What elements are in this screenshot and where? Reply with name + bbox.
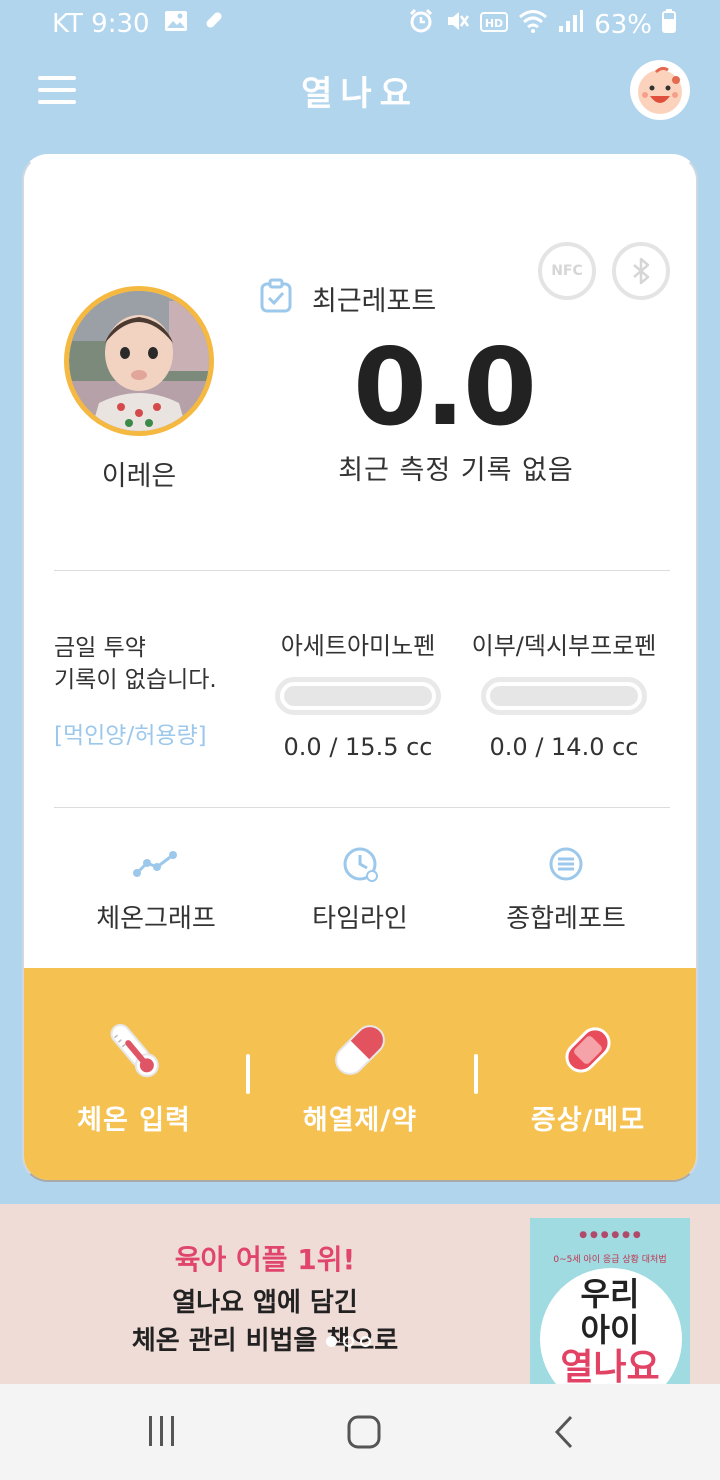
medication-none-line1: 금일 투약 bbox=[54, 635, 146, 661]
battery-icon bbox=[662, 9, 676, 40]
main-card: NFC 이레은 최근레포트 0.0 최근 측정 기록 없음 금일 투약 기록이 … bbox=[22, 154, 698, 1182]
clock-icon bbox=[260, 844, 460, 884]
page-dot bbox=[360, 1336, 371, 1347]
system-navigation-bar bbox=[0, 1384, 720, 1480]
book-title: 우리 bbox=[580, 1275, 640, 1313]
book-top-dots: ● ● ● ● ● ● bbox=[579, 1230, 641, 1240]
nav-label: 체온그래프 bbox=[96, 904, 216, 934]
back-icon[interactable] bbox=[552, 1414, 576, 1454]
page-dot bbox=[326, 1336, 337, 1347]
medication-none-text: 금일 투약 기록이 없습니다. bbox=[54, 632, 217, 696]
wifi-icon bbox=[518, 9, 548, 40]
dose-limit-link[interactable]: [먹인양/허용량] bbox=[54, 716, 207, 750]
nav-summary-report[interactable]: 종합레포트 bbox=[466, 844, 666, 935]
app-bar: 열나요 bbox=[0, 56, 720, 126]
recent-report-label: 최근레포트 bbox=[312, 285, 437, 317]
action-panel: 체온 입력 해열제/약 증상/메모 bbox=[24, 968, 696, 1180]
home-icon[interactable] bbox=[346, 1414, 382, 1454]
nav-timeline[interactable]: 타임라인 bbox=[260, 844, 460, 935]
promo-banner[interactable]: 육아 어플 1위! 열나요 앱에 담긴 체온 관리 비법을 책으로 ● ● ● … bbox=[0, 1204, 720, 1384]
temperature-value: 0.0 bbox=[353, 326, 537, 449]
action-label: 체온 입력 bbox=[77, 1105, 191, 1136]
drug-ibuprofen[interactable]: 이부/덱시부프로펜 0.0 / 14.0 cc bbox=[464, 626, 664, 761]
divider bbox=[54, 570, 670, 571]
symptom-memo-button[interactable]: 증상/메모 bbox=[478, 1016, 696, 1137]
action-label: 증상/메모 bbox=[530, 1105, 646, 1136]
status-right: HD 63% bbox=[408, 8, 676, 41]
book-title: 아이 bbox=[580, 1311, 640, 1349]
bandage-icon bbox=[478, 1016, 696, 1084]
alarm-icon bbox=[408, 8, 434, 41]
book-subtitle: 0~5세 아이 응급 상황 대처법 bbox=[553, 1255, 667, 1265]
capsule-icon bbox=[250, 1016, 470, 1084]
status-left: KT 9:30 bbox=[52, 8, 226, 39]
drug-progress-track bbox=[490, 686, 638, 706]
banner-text-line: 체온 관리 비법을 책으로 bbox=[131, 1326, 399, 1356]
page-dot bbox=[343, 1336, 354, 1347]
recents-icon[interactable] bbox=[146, 1414, 178, 1452]
bluetooth-icon[interactable] bbox=[612, 242, 670, 300]
signal-icon bbox=[558, 9, 584, 40]
temperature-status: 최근 측정 기록 없음 bbox=[338, 455, 574, 486]
nav-temperature-graph[interactable]: 체온그래프 bbox=[56, 844, 256, 935]
recent-report-row[interactable]: 최근레포트 bbox=[258, 278, 436, 318]
app-title: 열나요 bbox=[301, 74, 419, 114]
drug-acetaminophen[interactable]: 아세트아미노펜 0.0 / 15.5 cc bbox=[258, 626, 458, 761]
banner-pagination bbox=[326, 1336, 371, 1347]
banner-text-line: 열나요 앱에 담긴 bbox=[172, 1288, 358, 1318]
baby-face-icon[interactable] bbox=[630, 60, 690, 120]
child-photo[interactable] bbox=[64, 286, 214, 436]
vibrate-mute-icon bbox=[444, 8, 470, 41]
nfc-button[interactable]: NFC bbox=[538, 242, 596, 300]
drug-progress-track bbox=[284, 686, 432, 706]
hd-icon: HD bbox=[480, 10, 509, 40]
pill-icon bbox=[202, 8, 226, 39]
nav-label: 종합레포트 bbox=[506, 904, 626, 934]
temperature-input-button[interactable]: 체온 입력 bbox=[24, 1016, 244, 1137]
list-circle-icon bbox=[466, 844, 666, 884]
clipboard-check-icon bbox=[258, 278, 294, 318]
banner-headline: 육아 어플 1위! bbox=[174, 1243, 356, 1276]
action-label: 해열제/약 bbox=[302, 1105, 418, 1136]
drug-amount: 0.0 / 14.0 cc bbox=[489, 733, 639, 761]
book-title: 열나요 bbox=[560, 1347, 660, 1385]
drug-progress-bar bbox=[481, 677, 647, 715]
medication-none-line2: 기록이 없습니다. bbox=[54, 667, 217, 693]
child-name: 이레은 bbox=[101, 461, 177, 492]
divider bbox=[54, 807, 670, 808]
status-bar: KT 9:30 HD 63% bbox=[0, 0, 720, 50]
line-graph-icon bbox=[56, 844, 256, 884]
drug-progress-bar bbox=[275, 677, 441, 715]
carrier-time: KT 9:30 bbox=[52, 8, 150, 39]
drug-name: 아세트아미노펜 bbox=[280, 632, 436, 660]
svg-text:HD: HD bbox=[485, 17, 503, 30]
battery-percent: 63% bbox=[594, 9, 652, 40]
nav-label: 타임라인 bbox=[312, 904, 408, 934]
book-cover-image: ● ● ● ● ● ● 0~5세 아이 응급 상황 대처법 우리 아이 열나요 bbox=[530, 1218, 690, 1384]
medicine-button[interactable]: 해열제/약 bbox=[250, 1016, 470, 1137]
gallery-icon bbox=[164, 9, 188, 39]
thermometer-icon bbox=[24, 1016, 244, 1084]
drug-amount: 0.0 / 15.5 cc bbox=[283, 733, 433, 761]
drug-name: 이부/덱시부프로펜 bbox=[471, 632, 657, 660]
